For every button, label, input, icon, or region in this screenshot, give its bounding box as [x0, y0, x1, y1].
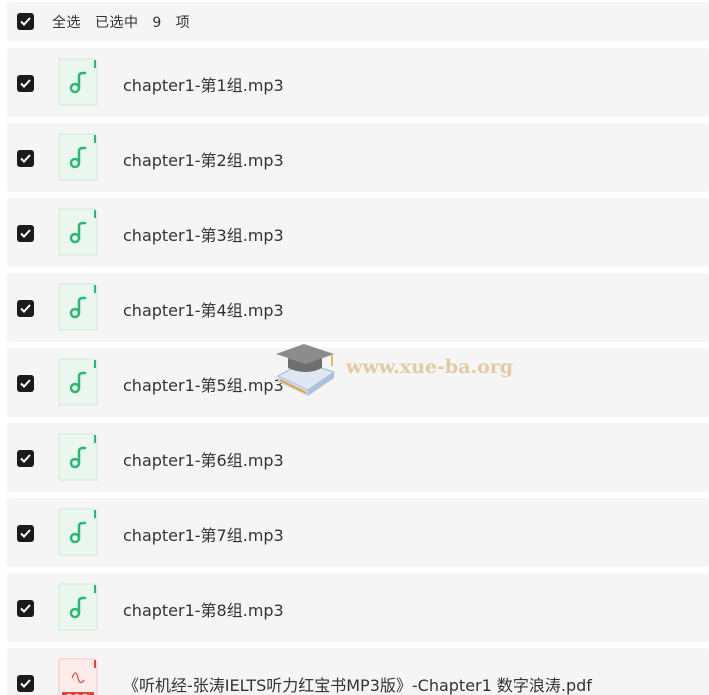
- checkmark-icon: [20, 154, 31, 163]
- audio-file-icon: [58, 133, 98, 181]
- checkmark-icon: [20, 679, 31, 688]
- file-checkbox[interactable]: [17, 675, 34, 692]
- file-name[interactable]: chapter1-第2组.mp3: [123, 147, 284, 171]
- file-row[interactable]: chapter1-第4组.mp3: [7, 273, 709, 342]
- audio-file-icon: [58, 583, 98, 631]
- file-row[interactable]: chapter1-第8组.mp3: [7, 573, 709, 642]
- checkmark-icon: [20, 604, 31, 613]
- file-checkbox[interactable]: [17, 450, 34, 467]
- file-checkbox[interactable]: [17, 300, 34, 317]
- file-name[interactable]: chapter1-第8组.mp3: [123, 597, 284, 621]
- audio-file-icon: [58, 433, 98, 481]
- file-checkbox[interactable]: [17, 225, 34, 242]
- audio-file-icon: [58, 208, 98, 256]
- file-row[interactable]: 《听机经-张涛IELTS听力红宝书MP3版》-Chapter1 数字浪涛.pdf: [7, 648, 709, 695]
- file-row[interactable]: chapter1-第3组.mp3: [7, 198, 709, 267]
- checkmark-icon: [20, 529, 31, 538]
- selected-prefix: 已选中: [94, 15, 139, 31]
- checkmark-icon: [20, 454, 31, 463]
- file-name[interactable]: chapter1-第1组.mp3: [123, 72, 284, 96]
- checkmark-icon: [20, 17, 31, 26]
- file-name[interactable]: chapter1-第7组.mp3: [123, 522, 284, 546]
- audio-file-icon: [58, 358, 98, 406]
- file-row[interactable]: chapter1-第6组.mp3: [7, 423, 709, 492]
- select-all-bar: 全选 已选中 9 项: [7, 2, 709, 41]
- file-name[interactable]: chapter1-第4组.mp3: [123, 297, 284, 321]
- audio-file-icon: [58, 58, 98, 106]
- selection-summary: 全选 已选中 9 项: [52, 12, 199, 32]
- file-name[interactable]: chapter1-第3组.mp3: [123, 222, 284, 246]
- file-checkbox[interactable]: [17, 75, 34, 92]
- checkmark-icon: [20, 379, 31, 388]
- checkmark-icon: [20, 79, 31, 88]
- file-checkbox[interactable]: [17, 150, 34, 167]
- file-checkbox[interactable]: [17, 375, 34, 392]
- file-name[interactable]: chapter1-第5组.mp3: [123, 372, 284, 396]
- file-row[interactable]: chapter1-第1组.mp3: [7, 48, 709, 117]
- audio-file-icon: [58, 508, 98, 556]
- file-row[interactable]: chapter1-第5组.mp3: [7, 348, 709, 417]
- selected-suffix: 项: [175, 15, 191, 31]
- file-checkbox[interactable]: [17, 525, 34, 542]
- pdf-file-icon: [58, 658, 98, 695]
- select-all-label[interactable]: 全选: [52, 15, 81, 31]
- audio-file-icon: [58, 283, 98, 331]
- checkmark-icon: [20, 304, 31, 313]
- file-row[interactable]: chapter1-第2组.mp3: [7, 123, 709, 192]
- file-name[interactable]: 《听机经-张涛IELTS听力红宝书MP3版》-Chapter1 数字浪涛.pdf: [123, 672, 592, 695]
- file-name[interactable]: chapter1-第6组.mp3: [123, 447, 284, 471]
- select-all-checkbox[interactable]: [17, 13, 34, 30]
- file-row[interactable]: chapter1-第7组.mp3: [7, 498, 709, 567]
- checkmark-icon: [20, 229, 31, 238]
- selected-count: 9: [152, 15, 162, 31]
- file-selection-list: 全选 已选中 9 项 chapter1-第1组.mp3 chapter1-第2组.…: [0, 0, 709, 695]
- file-checkbox[interactable]: [17, 600, 34, 617]
